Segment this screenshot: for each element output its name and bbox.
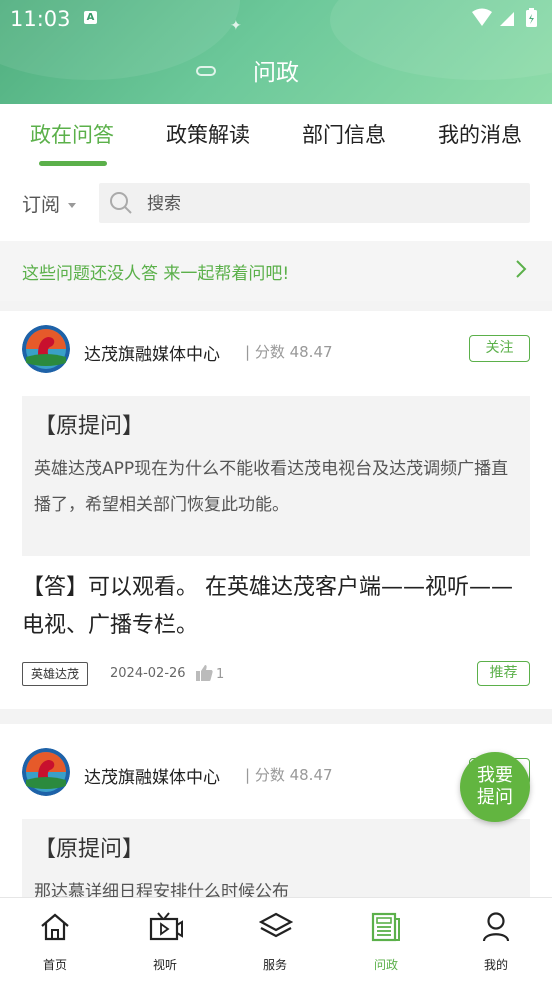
bottom-navigation: 首页 视听 服务 问政 我的	[0, 897, 552, 984]
nav-mine[interactable]: 我的	[441, 898, 551, 984]
document-icon	[371, 912, 400, 942]
avatar[interactable]	[22, 325, 70, 373]
signal-icon	[500, 12, 514, 26]
app-header: ✦ 11:03 A 问政	[0, 0, 552, 104]
original-question: 【原提问】 英雄达茂APP现在为什么不能收看达茂电视台及达茂调频广播直播了，希望…	[22, 396, 530, 556]
tv-icon	[149, 912, 183, 941]
tab-policy[interactable]: 政策解读	[138, 104, 278, 166]
source-tag: 英雄达茂	[22, 662, 89, 686]
nav-label: 首页	[42, 958, 67, 972]
tab-department[interactable]: 部门信息	[274, 104, 414, 166]
search-input[interactable]	[145, 183, 519, 225]
wifi-icon	[472, 8, 492, 26]
status-time: 11:03	[10, 7, 71, 31]
status-bar: 11:03 A	[0, 0, 552, 38]
ask-question-button[interactable]: 我要 提问	[460, 752, 530, 822]
caret-down-icon	[68, 203, 77, 208]
follow-button[interactable]: 关注	[469, 335, 530, 362]
nav-media[interactable]: 视听	[110, 898, 220, 984]
fab-label-line2: 提问	[477, 787, 513, 808]
qa-card[interactable]: 达茂旗融媒体中心 | 分数 48.47 关注 【原提问】 英雄达茂APP现在为什…	[0, 311, 552, 709]
subscribe-label: 订阅	[22, 194, 61, 216]
tab-messages[interactable]: 我的消息	[410, 104, 550, 166]
author-score: | 分数 48.47	[245, 343, 333, 361]
question-text: 英雄达茂APP现在为什么不能收看达茂电视台及达茂调频广播直播了，希望相关部门恢复…	[34, 459, 509, 515]
thumbs-up-icon[interactable]	[195, 664, 213, 682]
subscribe-dropdown[interactable]: 订阅	[22, 190, 77, 217]
avatar[interactable]	[22, 748, 70, 796]
author-score: | 分数 48.47	[245, 766, 333, 784]
chevron-right-icon	[516, 260, 527, 278]
question-heading: 【原提问】	[34, 414, 145, 439]
original-question: 【原提问】 那达慕详细日程安排什么时候公布	[22, 819, 530, 897]
status-icons	[472, 8, 537, 27]
nav-inquiry[interactable]: 问政	[331, 898, 441, 984]
nav-services[interactable]: 服务	[220, 898, 330, 984]
nav-label: 视听	[152, 958, 177, 972]
author-name: 达茂旗融媒体中心	[84, 345, 220, 365]
page-title: 问政	[253, 60, 299, 86]
search-icon	[110, 192, 132, 214]
like-count: 1	[216, 667, 225, 682]
notification-icon: A	[84, 11, 97, 24]
nav-label: 问政	[373, 958, 398, 972]
banner-text: 这些问题还没人答 来一起帮着问吧!	[22, 264, 290, 284]
post-date: 2024-02-26	[110, 666, 186, 681]
tab-bar: 政在问答 政策解读 部门信息 我的消息	[0, 104, 552, 166]
fab-label-line1: 我要	[477, 765, 513, 786]
author-name: 达茂旗融媒体中心	[84, 768, 220, 788]
home-icon	[41, 913, 69, 941]
question-text: 那达慕详细日程安排什么时候公布	[34, 882, 289, 897]
nav-home[interactable]: 首页	[0, 898, 110, 984]
nav-label: 我的	[483, 958, 508, 972]
recommend-badge: 推荐	[477, 661, 530, 686]
unanswered-banner[interactable]: 这些问题还没人答 来一起帮着问吧!	[0, 241, 552, 301]
tab-qa[interactable]: 政在问答	[0, 104, 144, 166]
answer-text: 【答】可以观看。 在英雄达茂客户端——视听——电视、广播专栏。	[22, 575, 513, 638]
nav-label: 服务	[262, 958, 287, 972]
search-box[interactable]	[99, 183, 530, 225]
question-heading: 【原提问】	[34, 837, 145, 862]
layers-icon	[259, 912, 293, 938]
filter-bar: 订阅	[0, 166, 552, 241]
user-icon	[482, 912, 510, 942]
